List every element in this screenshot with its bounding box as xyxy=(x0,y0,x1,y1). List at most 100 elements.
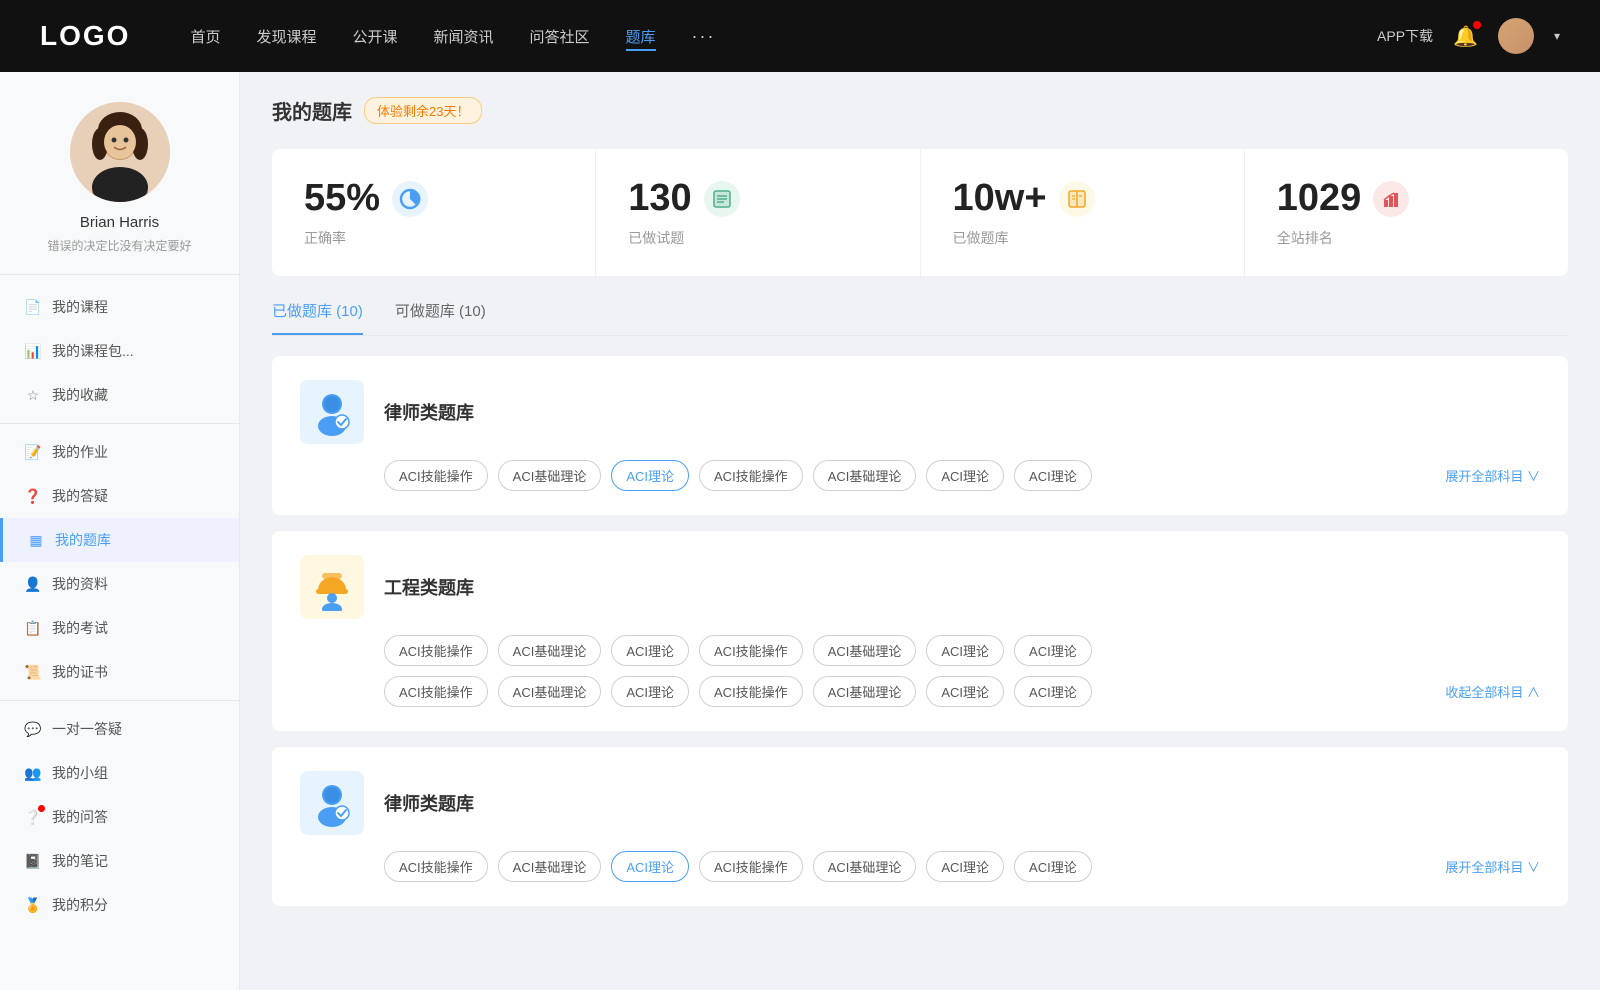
menu-item-cert[interactable]: 📜 我的证书 xyxy=(0,650,239,694)
nav-open-course[interactable]: 公开课 xyxy=(352,22,397,51)
menu-item-1on1[interactable]: 💬 一对一答疑 xyxy=(0,707,239,751)
tag-0-5[interactable]: ACI理论 xyxy=(926,460,1004,491)
tag-1-3[interactable]: ACI技能操作 xyxy=(699,635,803,666)
menu-item-points[interactable]: 🏅 我的积分 xyxy=(0,883,239,927)
cert-icon: 📜 xyxy=(24,663,42,681)
tag-1-r2-0[interactable]: ACI技能操作 xyxy=(384,676,488,707)
tag-2-3[interactable]: ACI技能操作 xyxy=(699,851,803,882)
nav-home[interactable]: 首页 xyxy=(190,22,220,51)
tag-0-6[interactable]: ACI理论 xyxy=(1014,460,1092,491)
qbank-card-2-icon xyxy=(300,771,364,835)
tag-2-2[interactable]: ACI理论 xyxy=(611,851,689,882)
tab-done[interactable]: 已做题库 (10) xyxy=(272,300,363,335)
menu-label-1on1: 一对一答疑 xyxy=(52,719,122,739)
profile-avatar xyxy=(70,102,170,202)
tag-0-3[interactable]: ACI技能操作 xyxy=(699,460,803,491)
tag-1-r2-5[interactable]: ACI理论 xyxy=(926,676,1004,707)
qbank-card-0-title: 律师类题库 xyxy=(384,399,474,425)
tag-1-5[interactable]: ACI理论 xyxy=(926,635,1004,666)
tag-1-r2-4[interactable]: ACI基础理论 xyxy=(813,676,917,707)
app-download-button[interactable]: APP下载 xyxy=(1377,26,1433,46)
tag-0-0[interactable]: ACI技能操作 xyxy=(384,460,488,491)
tag-1-r2-2[interactable]: ACI理论 xyxy=(611,676,689,707)
stat-accuracy-value: 55% xyxy=(304,177,380,220)
trial-badge: 体验剩余23天！ xyxy=(364,97,482,124)
tag-0-2[interactable]: ACI理论 xyxy=(611,460,689,491)
menu-item-exam[interactable]: 📋 我的考试 xyxy=(0,606,239,650)
qbank-card-0-tags: ACI技能操作 ACI基础理论 ACI理论 ACI技能操作 ACI基础理论 AC… xyxy=(300,460,1540,491)
menu-item-favorites[interactable]: ☆ 我的收藏 xyxy=(0,373,239,417)
chart-icon: 📊 xyxy=(24,342,42,360)
tag-1-1[interactable]: ACI基础理论 xyxy=(498,635,602,666)
tag-0-1[interactable]: ACI基础理论 xyxy=(498,460,602,491)
stat-done-questions-value: 130 xyxy=(628,177,691,220)
menu-label-group: 我的小组 xyxy=(52,763,108,783)
accuracy-icon xyxy=(392,181,428,217)
qbank-card-0: 律师类题库 ACI技能操作 ACI基础理论 ACI理论 ACI技能操作 ACI基… xyxy=(272,356,1568,515)
tag-2-1[interactable]: ACI基础理论 xyxy=(498,851,602,882)
menu-label-cert: 我的证书 xyxy=(52,662,108,682)
tag-1-r2-3[interactable]: ACI技能操作 xyxy=(699,676,803,707)
avatar[interactable] xyxy=(1498,18,1534,54)
nav-discover[interactable]: 发现课程 xyxy=(256,22,316,51)
qbank-card-1-icon xyxy=(300,555,364,619)
person-icon: 👤 xyxy=(24,575,42,593)
qbank-card-0-icon xyxy=(300,380,364,444)
tab-todo[interactable]: 可做题库 (10) xyxy=(395,300,486,335)
menu-label-favorites: 我的收藏 xyxy=(52,385,108,405)
stat-accuracy-row: 55% xyxy=(304,177,563,220)
score-icon: 🏅 xyxy=(24,896,42,914)
sidebar-menu: 📄 我的课程 📊 我的课程包... ☆ 我的收藏 📝 我的作业 ❓ 我的答疑 ▦ xyxy=(0,275,239,937)
nav-qbank[interactable]: 题库 xyxy=(626,22,656,51)
nav-more[interactable]: ··· xyxy=(692,22,716,51)
expand-btn-0[interactable]: 展开全部科目 ∨ xyxy=(1445,466,1540,485)
qbank-card-2-title: 律师类题库 xyxy=(384,790,474,816)
menu-item-notes[interactable]: 📓 我的笔记 xyxy=(0,839,239,883)
menu-label-homework: 我的作业 xyxy=(52,442,108,462)
menu-label-courses: 我的课程 xyxy=(52,297,108,317)
collapse-btn-1[interactable]: 收起全部科目 ∧ xyxy=(1445,682,1540,701)
stat-rank: 1029 全站排名 xyxy=(1245,149,1568,276)
pie-chart-icon xyxy=(399,188,421,210)
tag-1-r2-1[interactable]: ACI基础理论 xyxy=(498,676,602,707)
tag-1-r2-6[interactable]: ACI理论 xyxy=(1014,676,1092,707)
tag-2-4[interactable]: ACI基础理论 xyxy=(813,851,917,882)
qbank-card-2-tags: ACI技能操作 ACI基础理论 ACI理论 ACI技能操作 ACI基础理论 AC… xyxy=(300,851,1540,882)
tag-2-6[interactable]: ACI理论 xyxy=(1014,851,1092,882)
tag-1-6[interactable]: ACI理论 xyxy=(1014,635,1092,666)
menu-item-group[interactable]: 👥 我的小组 xyxy=(0,751,239,795)
menu-label-notes: 我的笔记 xyxy=(52,851,108,871)
menu-item-homework[interactable]: 📝 我的作业 xyxy=(0,430,239,474)
nav-qa[interactable]: 问答社区 xyxy=(530,22,590,51)
qa-dot xyxy=(38,805,45,812)
lawyer-icon-2 xyxy=(308,779,356,827)
menu-item-my-qa[interactable]: ❔ 我的问答 xyxy=(0,795,239,839)
file-icon: 📋 xyxy=(24,619,42,637)
tag-2-5[interactable]: ACI理论 xyxy=(926,851,1004,882)
profile-motto: 错误的决定比没有决定要好 xyxy=(20,237,219,254)
engineer-icon xyxy=(308,563,356,611)
avatar-image xyxy=(1498,18,1534,54)
dropdown-arrow-icon[interactable]: ▾ xyxy=(1554,29,1560,43)
expand-btn-2[interactable]: 展开全部科目 ∨ xyxy=(1445,857,1540,876)
tag-0-4[interactable]: ACI基础理论 xyxy=(813,460,917,491)
menu-item-courses[interactable]: 📄 我的课程 xyxy=(0,285,239,329)
tag-1-0[interactable]: ACI技能操作 xyxy=(384,635,488,666)
nav-news[interactable]: 新闻资讯 xyxy=(434,22,494,51)
group-icon: 👥 xyxy=(24,764,42,782)
menu-separator-2 xyxy=(0,700,239,701)
stat-done-questions-row: 130 xyxy=(628,177,887,220)
tag-1-2[interactable]: ACI理论 xyxy=(611,635,689,666)
menu-item-profile[interactable]: 👤 我的资料 xyxy=(0,562,239,606)
menu-item-qa-mine[interactable]: ❓ 我的答疑 xyxy=(0,474,239,518)
stat-rank-value: 1029 xyxy=(1277,177,1362,220)
page-title: 我的题库 xyxy=(272,96,352,125)
menu-item-course-packages[interactable]: 📊 我的课程包... xyxy=(0,329,239,373)
tag-1-4[interactable]: ACI基础理论 xyxy=(813,635,917,666)
logo: LOGO xyxy=(40,20,130,52)
menu-item-qbank[interactable]: ▦ 我的题库 xyxy=(0,518,239,562)
notification-bell[interactable]: 🔔 xyxy=(1453,24,1478,49)
tag-2-0[interactable]: ACI技能操作 xyxy=(384,851,488,882)
qbank-card-1-title: 工程类题库 xyxy=(384,574,474,600)
qbank-card-1-tags-row1: ACI技能操作 ACI基础理论 ACI理论 ACI技能操作 ACI基础理论 AC… xyxy=(300,635,1540,666)
